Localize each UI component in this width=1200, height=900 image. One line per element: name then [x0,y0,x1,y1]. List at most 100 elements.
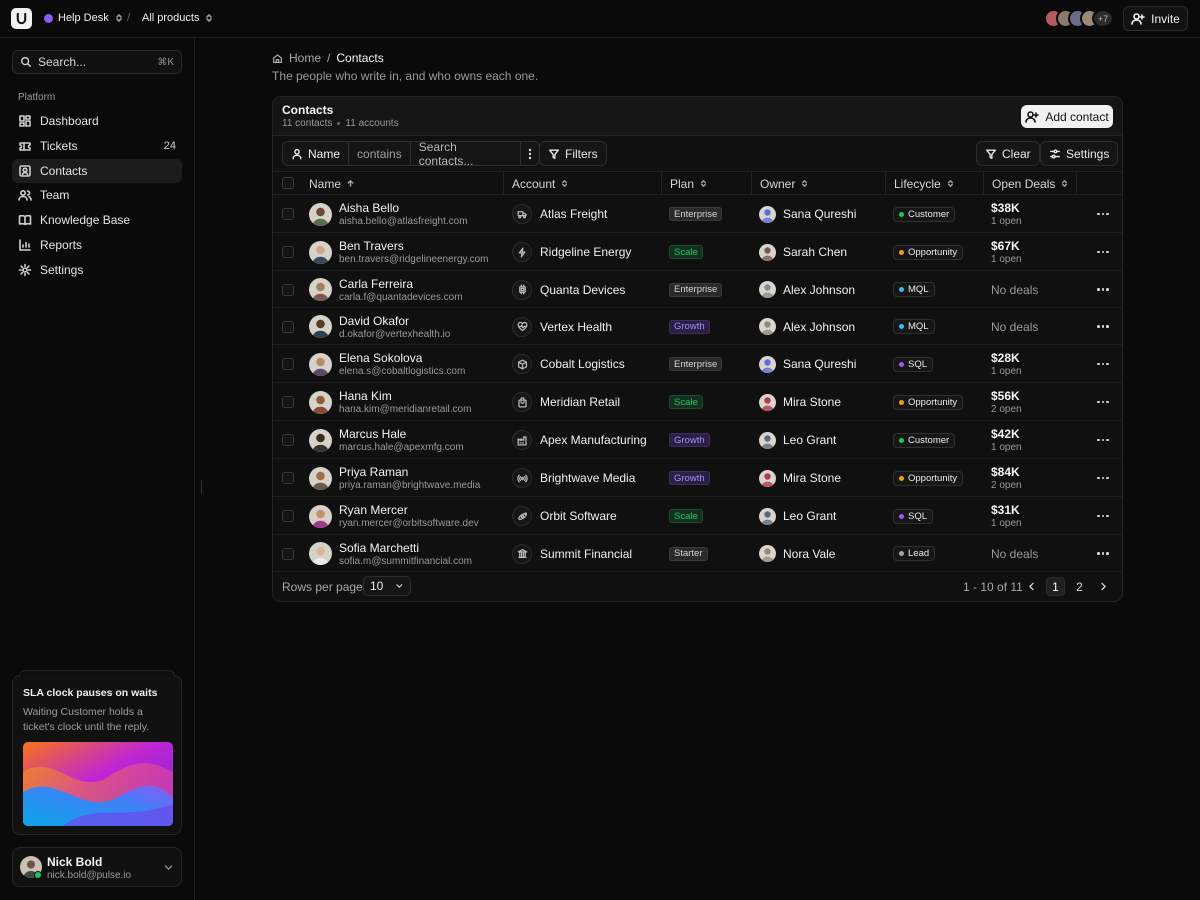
account-name[interactable]: Meridian Retail [540,395,620,409]
sidebar-item-contacts[interactable]: Contacts [12,158,182,183]
product-name: All products [142,12,200,24]
row-checkbox[interactable] [282,472,294,484]
column-header-lifecycle[interactable]: Lifecycle [886,172,984,195]
row-checkbox[interactable] [282,358,294,370]
app-logo[interactable] [11,8,32,29]
row-actions-button[interactable] [1095,510,1111,522]
contact-name[interactable]: Hana Kim [339,389,392,403]
row-actions-button[interactable] [1095,358,1111,370]
filter-field-select[interactable]: Name [283,142,350,165]
column-header-account[interactable]: Account [504,172,662,195]
account-name[interactable]: Summit Financial [540,547,632,561]
row-checkbox[interactable] [282,547,294,560]
account-name[interactable]: Ridgeline Energy [540,245,631,259]
contact-name[interactable]: Ryan Mercer [339,503,408,517]
row-checkbox[interactable] [282,396,294,408]
account-logo [512,506,532,526]
column-header-plan[interactable]: Plan [662,172,752,195]
row-checkbox[interactable] [282,510,294,522]
contact-name[interactable]: Marcus Hale [339,427,406,441]
prev-page-button[interactable] [1022,577,1041,596]
account-name[interactable]: Quanta Devices [540,283,625,297]
contact-name[interactable]: Elena Sokolova [339,351,422,365]
row-actions-button[interactable] [1095,396,1111,408]
sidebar-item-team[interactable]: Team [12,183,182,207]
column-header-owner[interactable]: Owner [752,172,886,195]
table-row[interactable]: Elena Sokolova elena.s@cobaltlogistics.c… [273,345,1122,383]
contact-name[interactable]: David Okafor [339,314,409,328]
sidebar-item-reports[interactable]: Reports [12,233,182,257]
search-input[interactable]: Search... ⌘K [12,50,182,74]
account-logo [512,316,532,337]
contact-name[interactable]: Ben Travers [339,239,404,253]
row-actions-button[interactable] [1095,472,1111,484]
table-row[interactable]: Ben Travers ben.travers@ridgelineenergy.… [273,233,1122,271]
table-row[interactable]: Aisha Bello aisha.bello@atlasfreight.com… [273,195,1122,233]
row-actions-button[interactable] [1095,434,1111,446]
team-avatars[interactable]: +7 [1044,9,1114,28]
table-row[interactable]: Hana Kim hana.kim@meridianretail.com Mer… [273,383,1122,421]
contact-name[interactable]: Sofia Marchetti [339,541,419,555]
breadcrumb-home[interactable]: Home [289,51,321,65]
workspace-switcher[interactable]: Help Desk [44,12,124,24]
sidebar-item-settings[interactable]: Settings [12,258,182,282]
row-checkbox[interactable] [282,283,294,296]
promo-card[interactable]: SLA clock pauses on waits Waiting Custom… [12,670,182,835]
column-header-open-deals[interactable]: Open Deals [984,172,1077,195]
column-label: Account [512,176,556,191]
row-actions-button[interactable] [1095,208,1111,220]
row-checkbox[interactable] [282,434,294,446]
row-checkbox[interactable] [282,208,294,220]
filter-search-input[interactable]: Search contacts... [411,142,521,165]
sidebar-resize-handle[interactable] [201,480,203,494]
contact-name[interactable]: Priya Raman [339,465,408,479]
table-row[interactable]: Ryan Mercer ryan.mercer@orbitsoftware.de… [273,497,1122,535]
account-name[interactable]: Apex Manufacturing [540,433,647,447]
select-all-checkbox[interactable] [282,177,294,189]
rows-per-page-select[interactable]: 10 [363,576,411,596]
page-2-button[interactable]: 2 [1070,577,1089,596]
page-1-button[interactable]: 1 [1046,577,1065,596]
account-name[interactable]: Cobalt Logistics [540,357,625,371]
more-horizontal-icon [1101,362,1105,366]
table-row[interactable]: Marcus Hale marcus.hale@apexmfg.com Apex… [273,421,1122,459]
filters-button[interactable]: Filters [539,141,607,166]
table-row[interactable]: Priya Raman priya.raman@brightwave.media… [273,459,1122,497]
filter-icon [986,148,996,159]
table-settings-button[interactable]: Settings [1040,141,1119,166]
row-checkbox[interactable] [282,246,294,258]
more-horizontal-icon [1097,514,1100,518]
user-menu[interactable]: Nick Bold nick.bold@pulse.io [12,847,182,887]
row-checkbox[interactable] [282,320,294,333]
account-name[interactable]: Brightwave Media [540,471,635,485]
account-name[interactable]: Vertex Health [540,320,612,334]
table-row[interactable]: Sofia Marchetti sofia.m@summitfinancial.… [273,535,1122,572]
deal-count: 1 open [991,366,1022,377]
sidebar-item-tickets[interactable]: Tickets 24 [12,134,182,158]
add-contact-button[interactable]: Add contact [1021,105,1113,128]
more-horizontal-icon [1106,552,1109,555]
table-row[interactable]: David Okafor d.okafor@vertexhealth.io Ve… [273,308,1122,345]
contact-name[interactable]: Aisha Bello [339,201,399,215]
row-actions-button[interactable] [1095,548,1111,560]
filter-operator-select[interactable]: contains [349,142,411,165]
sidebar-item-dashboard[interactable]: Dashboard [12,109,182,133]
contact-name[interactable]: Carla Ferreira [339,277,413,291]
row-actions-button[interactable] [1095,246,1111,258]
sidebar-item-knowledge-base[interactable]: Knowledge Base [12,208,182,232]
next-page-button[interactable] [1094,577,1113,596]
contact-email: marcus.hale@apexmfg.com [339,442,464,453]
row-actions-button[interactable] [1095,284,1111,296]
column-label: Plan [670,176,695,191]
clear-filters-button[interactable]: Clear [976,141,1040,166]
account-name[interactable]: Orbit Software [540,509,617,523]
invite-button[interactable]: Invite [1123,6,1188,31]
account-name[interactable]: Atlas Freight [540,207,607,221]
product-switcher[interactable]: All products [142,12,214,24]
owner-name: Mira Stone [783,395,842,409]
row-actions-button[interactable] [1095,321,1111,333]
column-header-name[interactable]: Name [301,172,504,195]
online-status-dot [34,871,42,879]
filter-more-button[interactable] [521,142,539,165]
table-row[interactable]: Carla Ferreira carla.f@quantadevices.com… [273,271,1122,308]
